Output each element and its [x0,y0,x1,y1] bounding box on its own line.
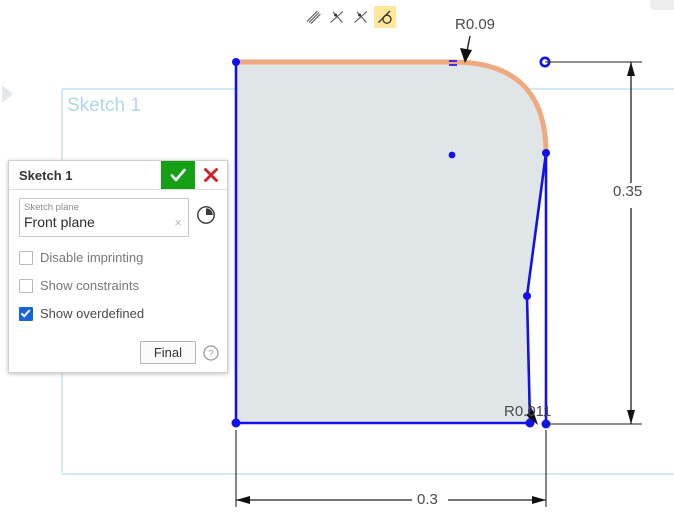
height-dimension-graphic[interactable] [545,61,642,425]
checkbox-show-overdefined[interactable] [19,306,33,321]
dialog-footer: Final ? [9,329,227,372]
sketch-plane-value[interactable]: Front plane [24,213,172,232]
width-dimension-label[interactable]: 0.3 [414,491,441,508]
clear-field-icon[interactable]: × [172,215,184,230]
checkbox-label-show-overdefined: Show overdefined [40,306,145,321]
final-button[interactable]: Final [139,341,196,364]
sketch-dialog: Sketch 1 Sketch plane Front plane × Disa… [8,160,228,373]
radius-bottom-corner-label[interactable]: R0.011 [501,403,554,420]
radius-top-arc-label[interactable]: R0.09 [452,16,499,33]
dialog-body: Sketch plane Front plane × Disable impri… [9,190,227,329]
checkbox-row-show-overdefined[interactable]: Show overdefined [19,306,217,321]
dialog-title: Sketch 1 [19,167,73,183]
checkbox-label-disable-imprinting: Disable imprinting [40,250,144,265]
help-icon[interactable]: ? [203,344,219,361]
sketch-plane-field-caption: Sketch plane [24,202,79,213]
check-icon [170,168,186,182]
radius-top-arc-leader[interactable] [460,35,472,63]
dialog-title-bar[interactable]: Sketch 1 [9,161,227,190]
checkbox-row-show-constraints[interactable]: Show constraints [19,278,217,293]
sketch-plane-value-row: Front plane × [24,213,184,232]
clock-icon[interactable] [195,204,217,226]
checkbox-disable-imprinting[interactable] [19,250,33,265]
checkbox-row-disable-imprinting[interactable]: Disable imprinting [19,250,217,265]
cancel-button[interactable] [195,161,227,189]
sketch-plane-field[interactable]: Sketch plane Front plane × [19,198,189,237]
checkbox-show-constraints[interactable] [19,278,33,293]
svg-text:?: ? [208,348,213,359]
sketch-plane-field-row: Sketch plane Front plane × [19,198,217,237]
sketch-profile-fill [236,62,546,423]
app-root: Sketch 1 R0.09 0.35 0.3 R0.011 Sketch 1 … [0,0,674,523]
height-dimension-label[interactable]: 0.35 [610,183,646,200]
width-dimension-graphic[interactable] [235,430,547,507]
checkbox-label-show-constraints: Show constraints [40,278,139,293]
accept-button[interactable] [161,161,195,189]
close-icon [204,168,218,182]
